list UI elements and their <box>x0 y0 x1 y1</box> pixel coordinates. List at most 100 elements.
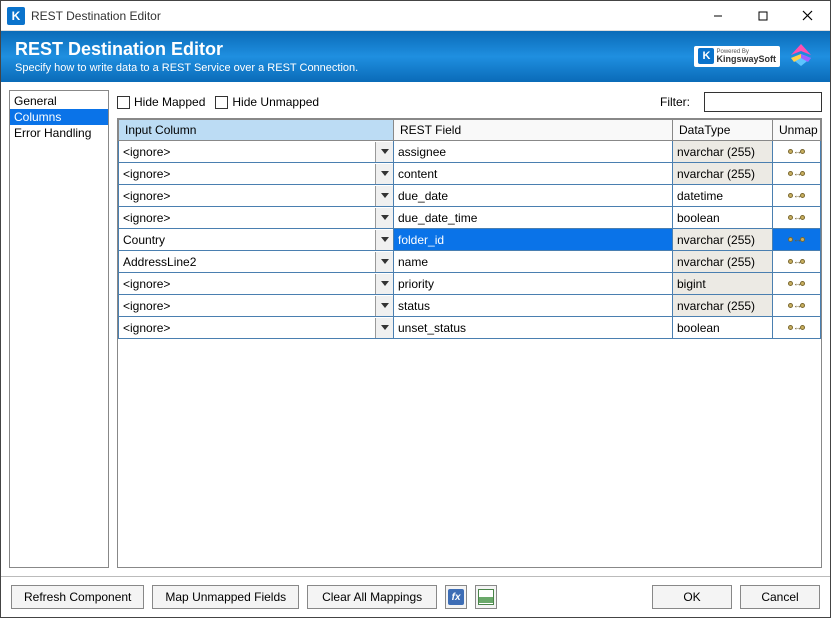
input-column-value: <ignore> <box>123 189 170 203</box>
grid: Input Column REST Field DataType Unmap <… <box>117 118 822 568</box>
col-header-input[interactable]: Input Column <box>119 120 394 141</box>
refresh-component-button[interactable]: Refresh Component <box>11 585 144 609</box>
clear-all-mappings-button[interactable]: Clear All Mappings <box>307 585 437 609</box>
unmap-cell[interactable]: ↔ <box>773 251 821 273</box>
datatype-cell: boolean <box>673 317 773 339</box>
main-panel: Hide Mapped Hide Unmapped Filter: <box>117 90 822 568</box>
rest-field-cell[interactable]: assignee <box>394 141 673 163</box>
unmap-icon: ↔ <box>788 191 805 200</box>
input-column-value: <ignore> <box>123 277 170 291</box>
input-column-value: AddressLine2 <box>123 255 196 269</box>
datatype-cell: datetime <box>673 185 773 207</box>
rest-field-value: unset_status <box>398 321 466 335</box>
table-row[interactable]: Country folder_id nvarchar (255) ↔ <box>119 229 821 251</box>
input-column-cell[interactable]: Country <box>119 229 394 251</box>
clickup-logo-icon <box>786 40 816 73</box>
input-column-cell[interactable]: <ignore> <box>119 185 394 207</box>
rest-field-cell[interactable]: priority <box>394 273 673 295</box>
footer: Refresh Component Map Unmapped Fields Cl… <box>1 576 830 617</box>
rest-field-cell[interactable]: status <box>394 295 673 317</box>
col-header-datatype[interactable]: DataType <box>673 120 773 141</box>
table-row[interactable]: <ignore> contentnvarchar (255)↔ <box>119 163 821 185</box>
table-row[interactable]: <ignore> assigneenvarchar (255)↔ <box>119 141 821 163</box>
rest-field-cell[interactable]: due_date_time <box>394 207 673 229</box>
unmap-icon: ↔ <box>788 213 805 222</box>
hide-mapped-label: Hide Mapped <box>134 95 205 109</box>
chevron-down-icon[interactable] <box>375 274 393 294</box>
unmap-cell[interactable]: ↔ <box>773 163 821 185</box>
hide-mapped-checkbox[interactable]: Hide Mapped <box>117 95 205 109</box>
maximize-button[interactable] <box>740 1 785 31</box>
sidebar-item-error-handling[interactable]: Error Handling <box>10 125 108 141</box>
input-column-cell[interactable]: <ignore> <box>119 317 394 339</box>
table-row[interactable]: <ignore> unset_status boolean↔ <box>119 317 821 339</box>
table-row[interactable]: <ignore>statusnvarchar (255)↔ <box>119 295 821 317</box>
sidebar-item-columns[interactable]: Columns <box>10 109 108 125</box>
rest-field-cell[interactable]: content <box>394 163 673 185</box>
datatype-cell: boolean <box>673 207 773 229</box>
close-button[interactable] <box>785 1 830 31</box>
input-column-cell[interactable]: <ignore> <box>119 295 394 317</box>
input-column-cell[interactable]: AddressLine2 <box>119 251 394 273</box>
input-column-cell[interactable]: <ignore> <box>119 141 394 163</box>
chevron-down-icon[interactable] <box>375 186 393 206</box>
table-row[interactable]: <ignore> prioritybigint↔ <box>119 273 821 295</box>
table-row[interactable]: <ignore> due_date datetime ↔ <box>119 185 821 207</box>
app-icon: K <box>7 7 25 25</box>
col-header-unmap[interactable]: Unmap <box>773 120 821 141</box>
chevron-down-icon[interactable] <box>375 142 393 162</box>
input-column-value: <ignore> <box>123 299 170 313</box>
chevron-down-icon[interactable] <box>375 318 393 338</box>
hide-unmapped-checkbox[interactable]: Hide Unmapped <box>215 95 319 109</box>
expression-fx-button[interactable]: fx <box>445 585 467 609</box>
datatype-cell: bigint <box>673 273 773 295</box>
chevron-down-icon[interactable] <box>375 296 393 316</box>
filter-label: Filter: <box>660 95 690 109</box>
datatype-value: nvarchar (255) <box>677 233 755 247</box>
datatype-value: nvarchar (255) <box>677 255 755 269</box>
unmap-cell[interactable]: ↔ <box>773 141 821 163</box>
unmap-cell[interactable]: ↔ <box>773 317 821 339</box>
table-row[interactable]: <ignore> due_date_time boolean ↔ <box>119 207 821 229</box>
unmap-cell[interactable]: ↔ <box>773 273 821 295</box>
chevron-down-icon[interactable] <box>375 252 393 272</box>
kingswaysoft-logo: K Powered By KingswaySoft <box>694 46 780 67</box>
content: General Columns Error Handling Hide Mapp… <box>1 82 830 576</box>
input-column-cell[interactable]: <ignore> <box>119 163 394 185</box>
rest-field-cell[interactable]: name <box>394 251 673 273</box>
cancel-button[interactable]: Cancel <box>740 585 820 609</box>
unmap-cell[interactable]: ↔ <box>773 185 821 207</box>
map-unmapped-fields-button[interactable]: Map Unmapped Fields <box>152 585 299 609</box>
column-mapping-sheet-button[interactable] <box>475 585 497 609</box>
rest-field-cell[interactable]: due_date <box>394 185 673 207</box>
unmap-cell[interactable]: ↔ <box>773 229 821 251</box>
chevron-down-icon[interactable] <box>375 208 393 228</box>
datatype-cell: nvarchar (255) <box>673 251 773 273</box>
col-header-rest-field[interactable]: REST Field <box>394 120 673 141</box>
chevron-down-icon[interactable] <box>375 230 393 250</box>
rest-field-value: due_date_time <box>398 211 477 225</box>
minimize-button[interactable] <box>695 1 740 31</box>
header: REST Destination Editor Specify how to w… <box>1 31 830 82</box>
sidebar: General Columns Error Handling <box>9 90 109 568</box>
toolbar-top: Hide Mapped Hide Unmapped Filter: <box>117 90 822 118</box>
unmap-cell[interactable]: ↔ <box>773 295 821 317</box>
chevron-down-icon[interactable] <box>375 164 393 184</box>
input-column-cell[interactable]: <ignore> <box>119 207 394 229</box>
input-column-cell[interactable]: <ignore> <box>119 273 394 295</box>
input-column-value: <ignore> <box>123 145 170 159</box>
rest-field-value: due_date <box>398 189 448 203</box>
rest-field-cell[interactable]: unset_status <box>394 317 673 339</box>
table-row[interactable]: AddressLine2 name nvarchar (255) ↔ <box>119 251 821 273</box>
datatype-cell: nvarchar (255) <box>673 141 773 163</box>
input-column-value: Country <box>123 233 165 247</box>
datatype-value: datetime <box>677 189 723 203</box>
ok-button[interactable]: OK <box>652 585 732 609</box>
hide-unmapped-label: Hide Unmapped <box>232 95 319 109</box>
datatype-cell: nvarchar (255) <box>673 163 773 185</box>
unmap-cell[interactable]: ↔ <box>773 207 821 229</box>
input-column-value: <ignore> <box>123 167 170 181</box>
sidebar-item-general[interactable]: General <box>10 93 108 109</box>
rest-field-cell[interactable]: folder_id <box>394 229 673 251</box>
filter-input[interactable] <box>704 92 822 112</box>
